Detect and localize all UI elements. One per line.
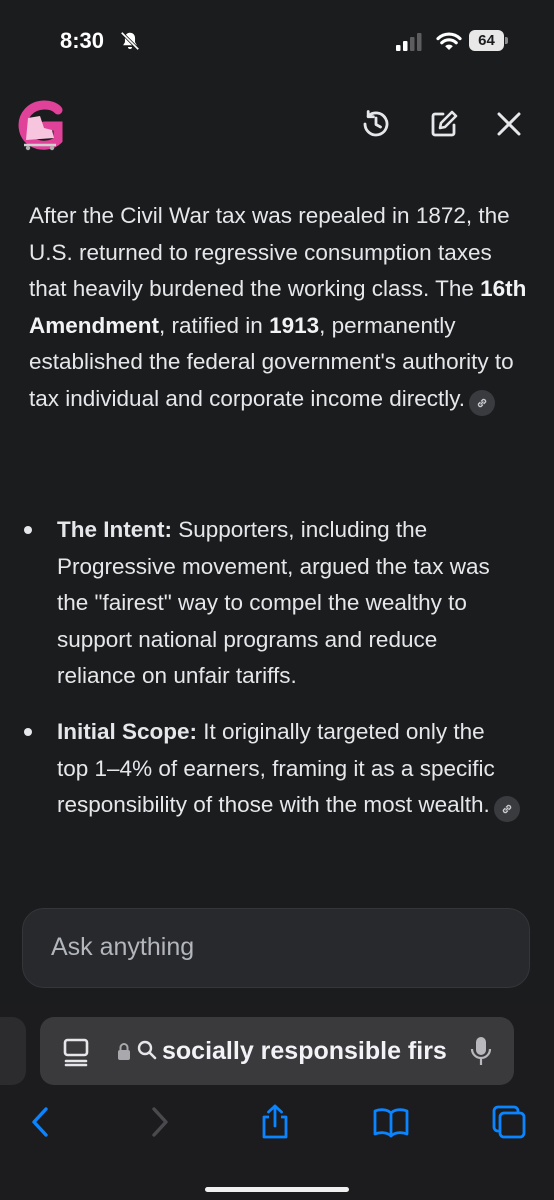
source-link-button[interactable] — [493, 796, 520, 822]
battery-indicator: 64 — [469, 30, 509, 52]
forward-icon — [152, 1107, 168, 1137]
tabs-icon — [492, 1105, 526, 1139]
bullet-list-2: Initial Scope: It originally targeted on… — [22, 714, 522, 824]
address-bar[interactable]: socially responsible firs — [40, 1017, 514, 1085]
home-indicator — [205, 1187, 349, 1192]
bell-slash-icon — [120, 31, 140, 51]
tabs-button[interactable] — [488, 1101, 530, 1143]
back-button[interactable] — [20, 1101, 62, 1143]
share-button[interactable] — [254, 1101, 296, 1143]
new-chat-button[interactable] — [426, 106, 462, 142]
close-icon — [497, 112, 521, 136]
forward-button[interactable] — [138, 1101, 180, 1143]
battery-level: 64 — [469, 30, 504, 51]
close-button[interactable] — [491, 106, 527, 142]
cellular-signal-icon — [396, 33, 422, 51]
back-icon — [32, 1107, 48, 1137]
history-button[interactable] — [358, 106, 394, 142]
list-item: The Intent: Supporters, including the Pr… — [22, 512, 522, 695]
link-icon — [477, 398, 487, 407]
list-item: Initial Scope: It originally targeted on… — [22, 714, 522, 824]
bold-1913: 1913 — [269, 312, 320, 338]
bullet-title: Initial Scope: — [57, 719, 198, 744]
status-time: 8:30 — [60, 28, 105, 53]
link-icon — [502, 804, 511, 814]
ask-placeholder: Ask anything — [51, 933, 195, 961]
previous-tab-peek[interactable] — [0, 1017, 26, 1085]
ask-input[interactable]: Ask anything — [22, 908, 530, 988]
answer-paragraph: After the Civil War tax was repealed in … — [29, 198, 529, 417]
share-icon — [262, 1104, 288, 1139]
status-bar: 8:30 64 — [0, 0, 554, 80]
new-chat-icon — [431, 110, 458, 137]
bookmarks-button[interactable] — [370, 1101, 412, 1143]
bullet-title: The Intent: — [57, 517, 172, 542]
search-icon — [137, 1040, 157, 1060]
g-skate-logo-icon[interactable] — [14, 98, 70, 154]
bookmarks-icon — [373, 1108, 409, 1138]
history-icon — [363, 110, 389, 137]
bullet-text: Supporters, including the Progressive mo… — [57, 517, 490, 688]
lock-icon — [118, 1043, 130, 1060]
wifi-icon — [436, 32, 462, 50]
browser-toolbar: socially responsible firs — [0, 1003, 554, 1200]
mic-icon[interactable] — [470, 1035, 492, 1067]
source-link-button[interactable] — [469, 389, 496, 416]
reader-icon[interactable] — [62, 1037, 90, 1067]
bullet-list: The Intent: Supporters, including the Pr… — [22, 512, 522, 695]
url-text[interactable]: socially responsible firs — [162, 1035, 456, 1067]
